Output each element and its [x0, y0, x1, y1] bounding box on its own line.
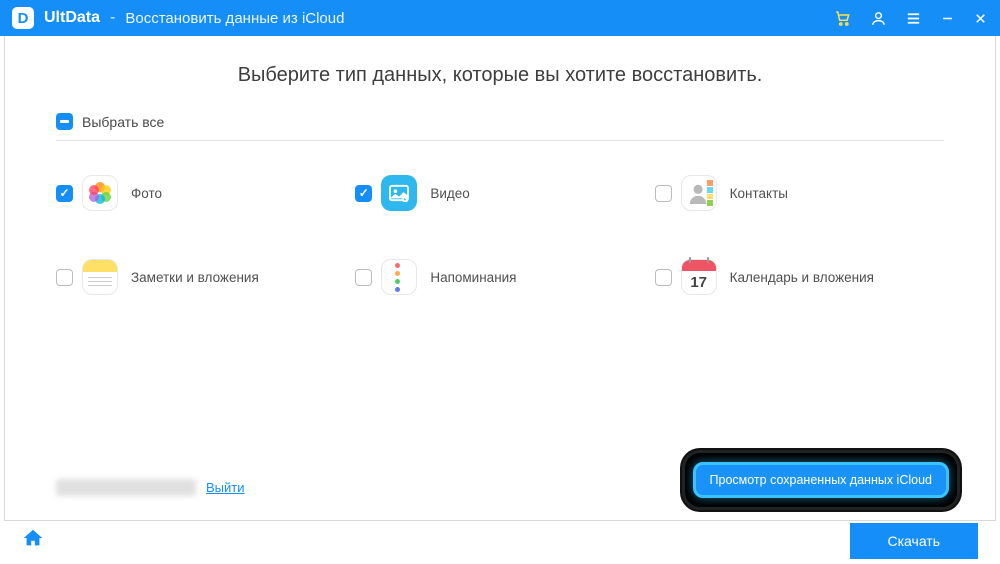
breadcrumb: Восстановить данные из iCloud — [125, 10, 344, 27]
contacts-icon — [681, 175, 717, 211]
checkbox-contacts[interactable] — [655, 185, 672, 202]
checkbox-photos[interactable] — [56, 185, 73, 202]
photos-icon — [82, 175, 118, 211]
reminders-icon — [381, 259, 417, 295]
download-button[interactable]: Скачать — [850, 523, 979, 559]
type-item-notes[interactable]: Заметки и вложения — [56, 259, 345, 295]
checkbox-notes[interactable] — [56, 269, 73, 286]
type-item-photos[interactable]: Фото — [56, 175, 345, 211]
home-icon[interactable] — [22, 527, 44, 554]
select-all-checkbox[interactable] — [56, 113, 73, 130]
user-icon[interactable] — [870, 10, 887, 27]
type-item-reminders[interactable]: Напоминания — [355, 259, 644, 295]
select-all-label: Выбрать все — [82, 114, 164, 130]
calendar-icon: 17 — [681, 259, 717, 295]
view-saved-data-button[interactable]: Просмотр сохраненных данных iCloud — [693, 462, 949, 498]
view-saved-highlight: Просмотр сохраненных данных iCloud — [682, 450, 960, 510]
videos-icon — [381, 175, 417, 211]
cart-icon[interactable] — [834, 9, 852, 27]
notes-icon — [82, 259, 118, 295]
app-name: UltData — [44, 9, 100, 27]
label-photos: Фото — [131, 186, 162, 201]
title-separator: - — [110, 9, 115, 27]
type-item-calendar[interactable]: 17 Календарь и вложения — [655, 259, 944, 295]
checkbox-reminders[interactable] — [355, 269, 372, 286]
checkbox-videos[interactable] — [355, 185, 372, 202]
label-notes: Заметки и вложения — [131, 270, 259, 285]
app-logo-icon: D — [12, 7, 34, 29]
close-icon[interactable] — [973, 11, 988, 26]
logout-link[interactable]: Выйти — [206, 480, 245, 495]
type-item-contacts[interactable]: Контакты — [655, 175, 944, 211]
label-contacts: Контакты — [730, 186, 788, 201]
menu-icon[interactable] — [905, 10, 922, 27]
type-item-videos[interactable]: Видео — [355, 175, 644, 211]
minimize-icon[interactable] — [940, 11, 955, 26]
label-videos: Видео — [430, 186, 469, 201]
label-calendar: Календарь и вложения — [730, 270, 874, 285]
account-email-blurred — [56, 479, 196, 496]
label-reminders: Напоминания — [430, 270, 516, 285]
page-title: Выберите тип данных, которые вы хотите в… — [56, 64, 944, 87]
checkbox-calendar[interactable] — [655, 269, 672, 286]
